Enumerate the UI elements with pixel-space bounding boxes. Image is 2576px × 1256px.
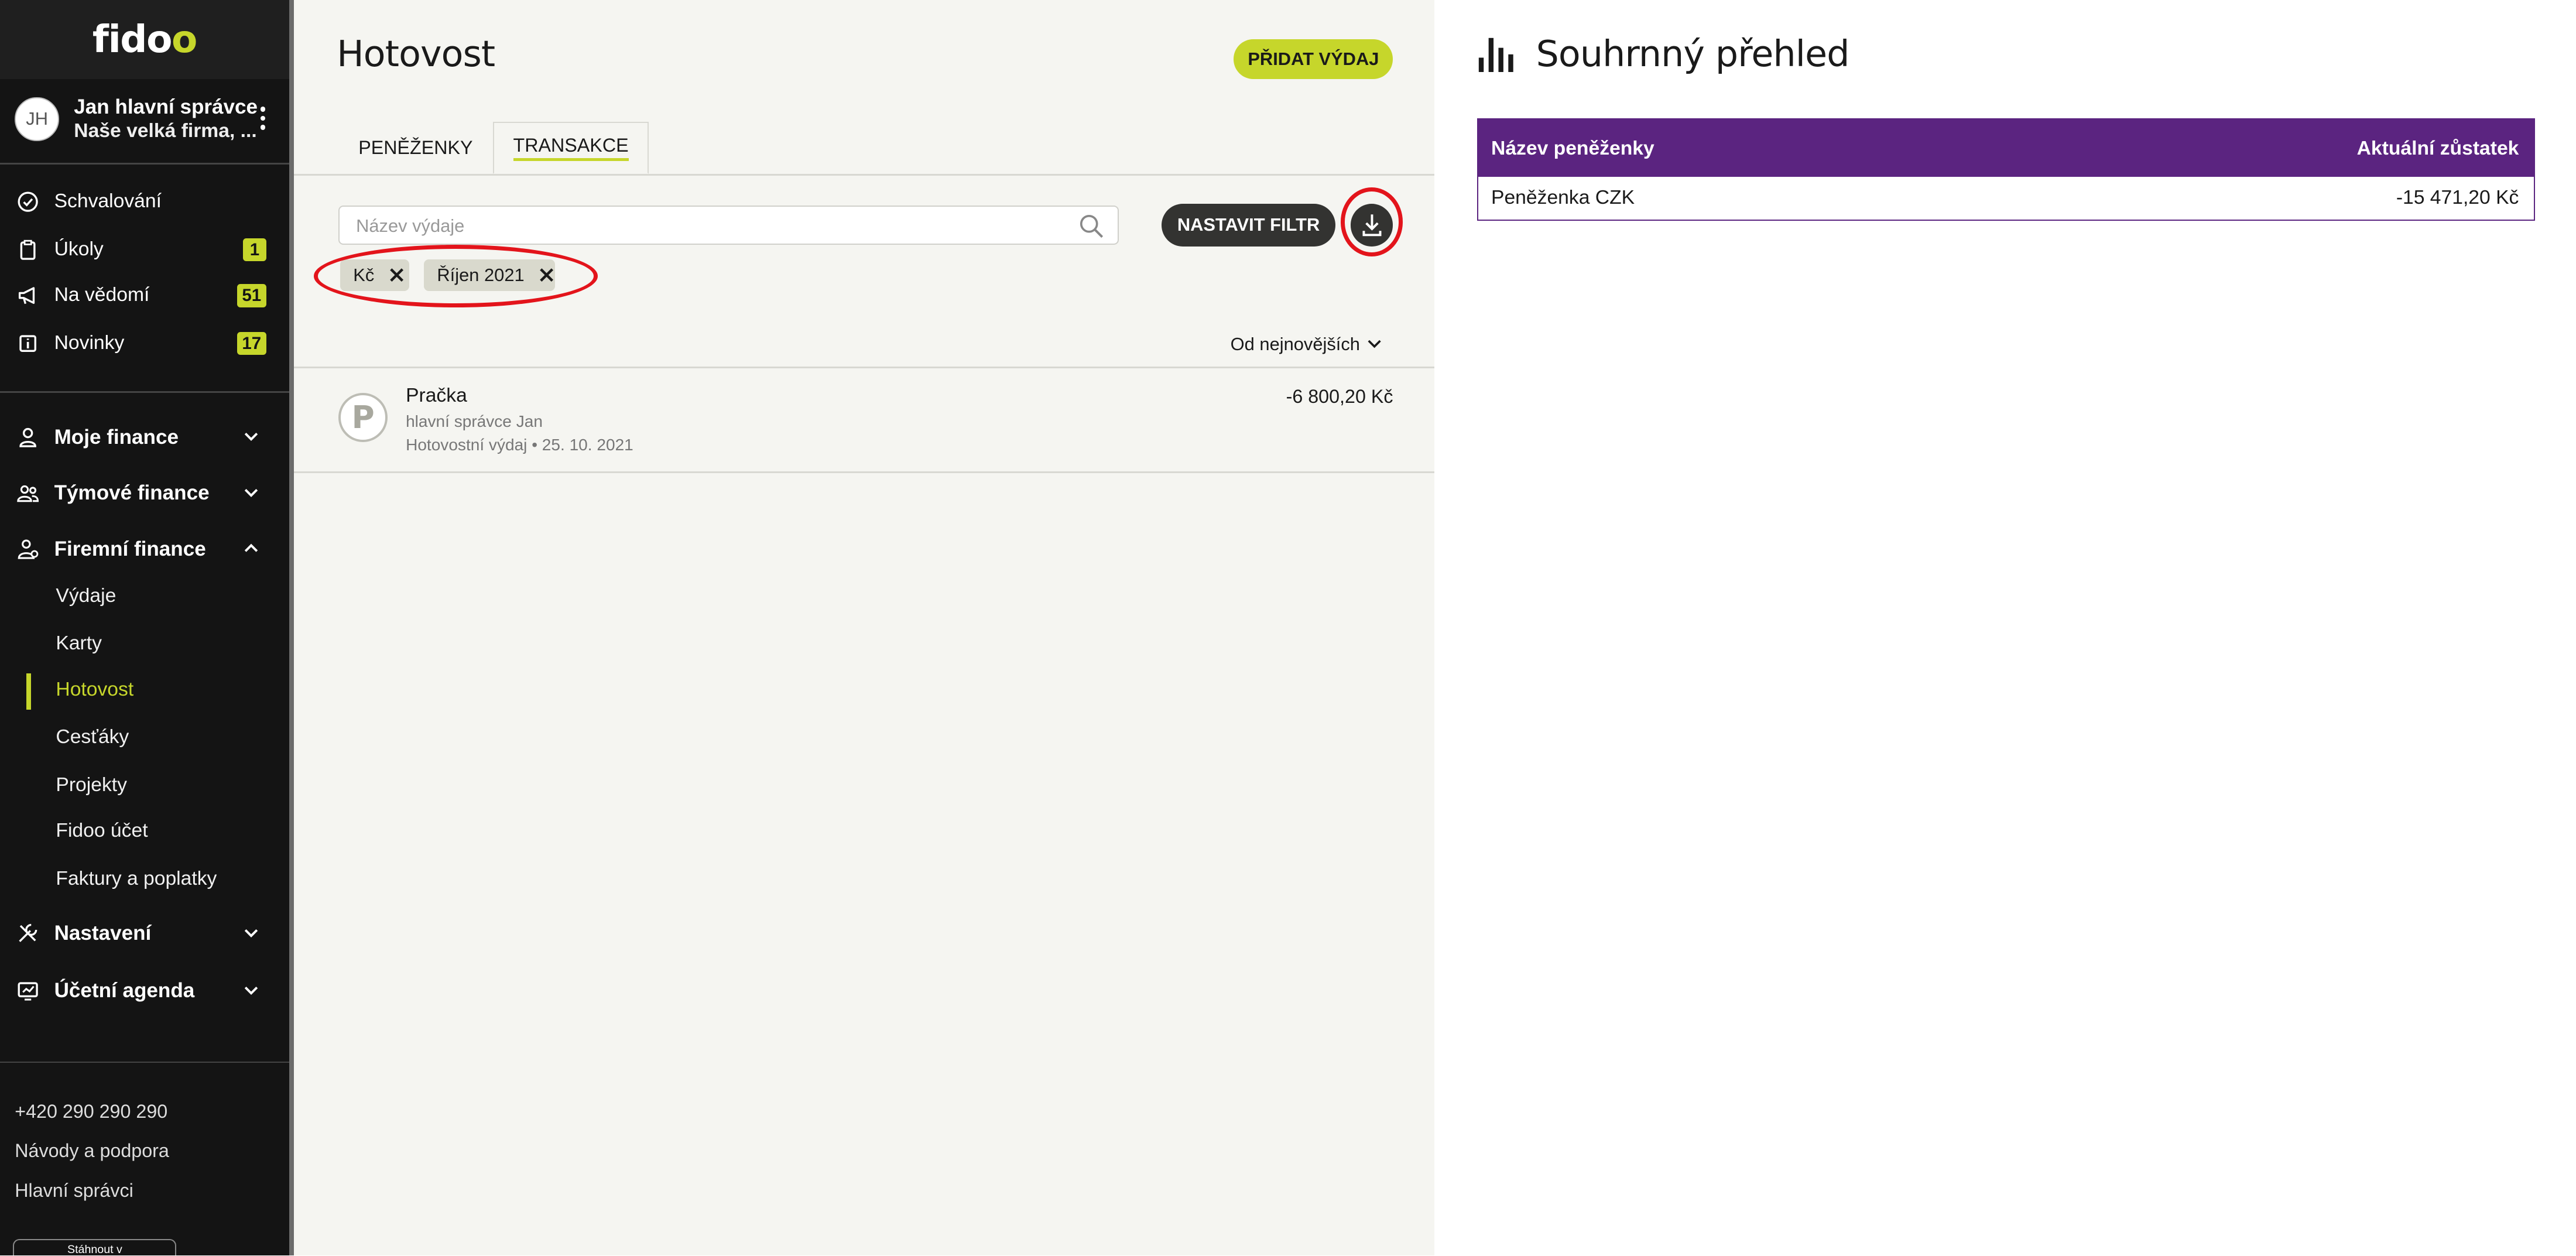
user-company: Naše velká firma, ... [74, 119, 257, 142]
tools-icon [19, 924, 37, 943]
add-expense-button[interactable]: PŘIDAT VÝDAJ [1234, 39, 1393, 79]
sidebar-item-novinky[interactable]: Novinky 17 [0, 322, 289, 365]
table-header: Název peněženky Aktuální zůstatek [1478, 119, 2534, 177]
highlight-ring-chips [313, 245, 598, 307]
kebab-menu-icon[interactable] [256, 105, 269, 135]
summary-title: Souhrnný přehled [1536, 33, 1850, 76]
fidoo-logo[interactable]: fidoo [0, 0, 289, 79]
count-badge: 51 [237, 284, 266, 308]
sidebar-subitem-faktury[interactable]: Faktury a poplatky [56, 868, 217, 890]
transaction-user: hlavní správce Jan [406, 412, 543, 431]
sidebar: fidoo JH Jan hlavní správce Naše velká f… [0, 0, 289, 1255]
search-input[interactable] [352, 211, 1066, 241]
section-label: Moje finance [54, 425, 179, 449]
column-header-balance: Aktuální zůstatek [2356, 137, 2519, 159]
user-icon [19, 427, 37, 447]
check-circle-icon [18, 192, 38, 213]
tab-penezenky[interactable]: PENĚŽENKY [343, 122, 488, 174]
sidebar-item-label: Na vědomí [54, 284, 150, 306]
user-panel[interactable]: JH Jan hlavní správce Naše velká firma, … [0, 85, 289, 161]
app-window: fidoo JH Jan hlavní správce Naše velká f… [0, 0, 2576, 1255]
count-badge: 1 [243, 238, 266, 262]
section-label: Týmové finance [54, 481, 210, 505]
accounting-icon [18, 982, 38, 1001]
sidebar-item-schvalovani[interactable]: Schvalování [0, 181, 289, 224]
sidebar-subitem-cestaky[interactable]: Cesťáky [56, 726, 129, 748]
chevron-down-icon [245, 986, 258, 995]
summary-panel: Souhrnný přehled Název peněženky Aktuáln… [1434, 0, 2576, 1255]
section-label: Firemní finance [54, 537, 206, 560]
list-divider [294, 471, 1434, 474]
sort-dropdown[interactable]: Od nejnovějších [1231, 334, 1360, 355]
sidebar-section-ucetni-agenda[interactable]: Účetní agenda [0, 968, 289, 1014]
team-icon [17, 485, 39, 502]
count-badge: 17 [237, 331, 266, 355]
divider [0, 391, 289, 393]
tab-transakce[interactable]: TRANSAKCE [492, 121, 649, 174]
column-header-name: Název peněženky [1491, 137, 1654, 159]
user-name: Jan hlavní správce [74, 95, 258, 118]
tabs-divider [294, 174, 1434, 176]
list-divider [294, 366, 1434, 368]
transaction-name: Pračka [406, 384, 467, 406]
clipboard-icon [20, 239, 36, 260]
chevron-down-icon [245, 488, 258, 497]
chevron-up-icon [245, 543, 258, 552]
wallet-balance: -15 471,20 Kč [2396, 187, 2519, 209]
sidebar-section-firemni-finance[interactable]: Firemní finance [0, 526, 289, 572]
sidebar-subitem-vydaje[interactable]: Výdaje [56, 585, 116, 607]
active-indicator [26, 673, 32, 710]
chevron-down-icon [245, 433, 258, 442]
section-label: Nastavení [54, 922, 152, 945]
transaction-amount: -6 800,20 Kč [1286, 386, 1393, 408]
wallet-name: Peněženka CZK [1491, 187, 1635, 209]
avatar: JH [15, 97, 59, 142]
sidebar-section-moje-finance[interactable]: Moje finance [0, 414, 289, 460]
company-icon [18, 539, 39, 559]
tab-label: TRANSAKCE [513, 135, 629, 161]
search-box [338, 205, 1119, 245]
sidebar-section-nastaveni[interactable]: Nastavení [0, 911, 289, 957]
bar-chart-icon [1478, 37, 1513, 73]
sidebar-item-label: Novinky [54, 331, 125, 354]
sidebar-subitem-fidoo-ucet[interactable]: Fidoo účet [56, 820, 148, 842]
megaphone-icon [18, 287, 35, 304]
sidebar-item-label: Úkoly [54, 238, 104, 260]
divider [0, 1061, 289, 1063]
chevron-down-icon [245, 929, 258, 937]
transaction-avatar: P [338, 392, 388, 442]
sidebar-subitem-hotovost[interactable]: Hotovost [56, 679, 133, 701]
support-phone[interactable]: +420 290 290 290 [15, 1101, 167, 1122]
sidebar-item-ukoly[interactable]: Úkoly 1 [0, 228, 289, 271]
admins-link[interactable]: Hlavní správci [15, 1180, 133, 1202]
transaction-meta: Hotovostní výdaj • 25. 10. 2021 [406, 435, 633, 454]
main-content: Hotovost PŘIDAT VÝDAJ PENĚŽENKY TRANSAKC… [294, 0, 1434, 1255]
sidebar-subitem-projekty[interactable]: Projekty [56, 774, 127, 796]
page-title: Hotovost [337, 33, 495, 76]
sidebar-section-tymove-finance[interactable]: Týmové finance [0, 470, 289, 516]
sidebar-item-label: Schvalování [54, 190, 162, 213]
sidebar-item-na-vedomi[interactable]: Na vědomí 51 [0, 275, 289, 317]
set-filter-button[interactable]: NASTAVIT FILTR [1161, 203, 1336, 247]
section-label: Účetní agenda [54, 979, 195, 1002]
wallet-table: Název peněženky Aktuální zůstatek Peněže… [1477, 118, 2535, 221]
divider [0, 162, 289, 165]
highlight-ring-download [1340, 187, 1403, 256]
chevron-down-icon[interactable] [1367, 337, 1382, 351]
app-store-button[interactable]: Stáhnout v [13, 1238, 177, 1255]
sidebar-scrollbar[interactable] [289, 0, 294, 1255]
help-link[interactable]: Návody a podpora [15, 1140, 169, 1162]
table-row[interactable]: Peněženka CZK -15 471,20 Kč [1478, 177, 2534, 220]
sidebar-subitem-karty[interactable]: Karty [56, 632, 102, 655]
info-icon [19, 335, 36, 352]
search-icon[interactable] [1078, 213, 1105, 239]
